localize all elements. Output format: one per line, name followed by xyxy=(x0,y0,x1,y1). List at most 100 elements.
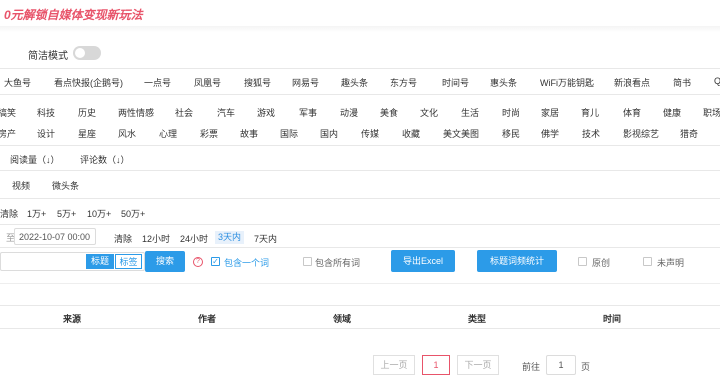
section-divider xyxy=(0,145,720,146)
simple-mode-toggle[interactable] xyxy=(73,46,101,60)
time-12h[interactable]: 12小时 xyxy=(142,232,170,245)
platform-tab-10[interactable]: WiFi万能钥匙 xyxy=(540,76,594,89)
goto-page-input[interactable]: 1 xyxy=(546,355,576,375)
section-divider xyxy=(0,68,720,69)
section-divider xyxy=(0,170,720,171)
category-item-17[interactable]: 职场 xyxy=(703,106,720,119)
category-item-6[interactable]: 故事 xyxy=(240,127,258,140)
next-page-button[interactable]: 下一页 xyxy=(457,355,499,375)
contains-all-label[interactable]: 包含所有词 xyxy=(315,256,360,269)
category-item-12[interactable]: 时尚 xyxy=(502,106,520,119)
search-button[interactable]: 搜索 xyxy=(145,251,185,272)
banner-divider xyxy=(0,26,720,32)
col-header-source[interactable]: 来源 xyxy=(63,312,81,325)
platform-tab-13[interactable]: Q xyxy=(714,76,720,86)
platform-tab-2[interactable]: 一点号 xyxy=(144,76,171,89)
checkbox-no-statement[interactable] xyxy=(643,257,652,266)
category-item-9[interactable]: 传媒 xyxy=(361,127,379,140)
platform-tab-11[interactable]: 新浪看点 xyxy=(614,76,650,89)
help-icon[interactable]: ? xyxy=(193,257,203,267)
read-filter-50k[interactable]: 5万+ xyxy=(57,207,76,220)
current-page[interactable]: 1 xyxy=(422,355,450,375)
section-divider xyxy=(0,198,720,199)
category-item-8[interactable]: 动漫 xyxy=(340,106,358,119)
category-item-1[interactable]: 设计 xyxy=(37,127,55,140)
platform-tab-1[interactable]: 看点快报(企鹅号) xyxy=(54,76,123,89)
original-label[interactable]: 原创 xyxy=(592,256,610,269)
col-header-type[interactable]: 类型 xyxy=(468,312,486,325)
category-item-5[interactable]: 汽车 xyxy=(217,106,235,119)
category-item-8[interactable]: 国内 xyxy=(320,127,338,140)
platform-tab-3[interactable]: 凤凰号 xyxy=(194,76,221,89)
category-item-12[interactable]: 移民 xyxy=(502,127,520,140)
platform-tab-4[interactable]: 搜狐号 xyxy=(244,76,271,89)
time-clear[interactable]: 清除 xyxy=(114,232,132,245)
category-item-1[interactable]: 科技 xyxy=(37,106,55,119)
category-item-2[interactable]: 星座 xyxy=(78,127,96,140)
category-item-0[interactable]: 房产 xyxy=(0,127,16,140)
title-word-stats-button[interactable]: 标题词频统计 xyxy=(477,250,557,272)
type-video[interactable]: 视频 xyxy=(12,179,30,192)
seg-title[interactable]: 标题 xyxy=(86,254,114,269)
category-item-16[interactable]: 健康 xyxy=(663,106,681,119)
category-item-13[interactable]: 家居 xyxy=(541,106,559,119)
platform-tab-12[interactable]: 简书 xyxy=(673,76,691,89)
no-statement-label[interactable]: 未声明 xyxy=(657,256,684,269)
category-item-0[interactable]: 搞笑 xyxy=(0,106,16,119)
platform-tab-9[interactable]: 惠头条 xyxy=(490,76,517,89)
category-item-14[interactable]: 育儿 xyxy=(581,106,599,119)
sort-read-count[interactable]: 阅读量（↓） xyxy=(10,153,60,166)
platform-tab-8[interactable]: 时间号 xyxy=(442,76,469,89)
read-filter-100k[interactable]: 10万+ xyxy=(87,207,111,220)
time-3d[interactable]: 3天内 xyxy=(215,231,245,244)
category-item-7[interactable]: 国际 xyxy=(280,127,298,140)
category-item-10[interactable]: 文化 xyxy=(420,106,438,119)
platform-tab-5[interactable]: 网易号 xyxy=(292,76,319,89)
category-item-10[interactable]: 收藏 xyxy=(402,127,420,140)
category-item-13[interactable]: 佛学 xyxy=(541,127,559,140)
checkbox-contains-one[interactable]: ✓ xyxy=(211,257,220,266)
category-item-14[interactable]: 技术 xyxy=(582,127,600,140)
platform-tab-0[interactable]: 大鱼号 xyxy=(4,76,31,89)
goto-label: 前往 xyxy=(522,362,541,372)
category-item-2[interactable]: 历史 xyxy=(78,106,96,119)
simple-mode-label: 简洁模式 xyxy=(28,51,68,62)
category-item-7[interactable]: 军事 xyxy=(299,106,317,119)
checkbox-contains-all[interactable] xyxy=(303,257,312,266)
category-item-3[interactable]: 风水 xyxy=(118,127,136,140)
end-date-input[interactable]: 2022-10-07 00:00 xyxy=(14,228,96,245)
read-filter-10k[interactable]: 1万+ xyxy=(27,207,46,220)
read-filter-500k[interactable]: 50万+ xyxy=(121,207,145,220)
section-divider xyxy=(0,283,720,284)
export-excel-button[interactable]: 导出Excel xyxy=(391,250,455,272)
category-item-6[interactable]: 游戏 xyxy=(257,106,275,119)
category-item-5[interactable]: 彩票 xyxy=(200,127,218,140)
category-item-15[interactable]: 体育 xyxy=(623,106,641,119)
checkbox-original[interactable] xyxy=(578,257,587,266)
page-unit-label: 页 xyxy=(581,362,591,372)
category-item-11[interactable]: 美文美图 xyxy=(443,127,479,140)
platform-tab-7[interactable]: 东方号 xyxy=(390,76,417,89)
category-item-11[interactable]: 生活 xyxy=(461,106,479,119)
category-item-3[interactable]: 两性情感 xyxy=(118,106,154,119)
seg-tag[interactable]: 标签 xyxy=(115,254,142,269)
col-header-time[interactable]: 时间 xyxy=(603,312,621,325)
category-item-9[interactable]: 美食 xyxy=(380,106,398,119)
read-filter-clear[interactable]: 清除 xyxy=(0,207,18,220)
category-item-4[interactable]: 心理 xyxy=(159,127,177,140)
sort-comment-count[interactable]: 评论数（↓） xyxy=(80,153,130,166)
prev-page-button[interactable]: 上一页 xyxy=(373,355,415,375)
time-7d[interactable]: 7天内 xyxy=(254,232,277,245)
category-item-4[interactable]: 社会 xyxy=(175,106,193,119)
category-item-15[interactable]: 影视综艺 xyxy=(623,127,659,140)
banner-title[interactable]: 0元解锁自媒体变现新玩法 xyxy=(4,6,143,23)
category-item-16[interactable]: 猎奇 xyxy=(680,127,698,140)
type-weitoutiao[interactable]: 微头条 xyxy=(52,179,79,192)
col-header-author[interactable]: 作者 xyxy=(198,312,216,325)
time-24h[interactable]: 24小时 xyxy=(180,232,208,245)
end-date-value: 2022-10-07 00:00 xyxy=(19,232,91,242)
section-divider xyxy=(0,224,720,225)
contains-one-label[interactable]: 包含一个词 xyxy=(224,256,269,269)
platform-tab-6[interactable]: 趣头条 xyxy=(341,76,368,89)
col-header-field[interactable]: 领域 xyxy=(333,312,351,325)
